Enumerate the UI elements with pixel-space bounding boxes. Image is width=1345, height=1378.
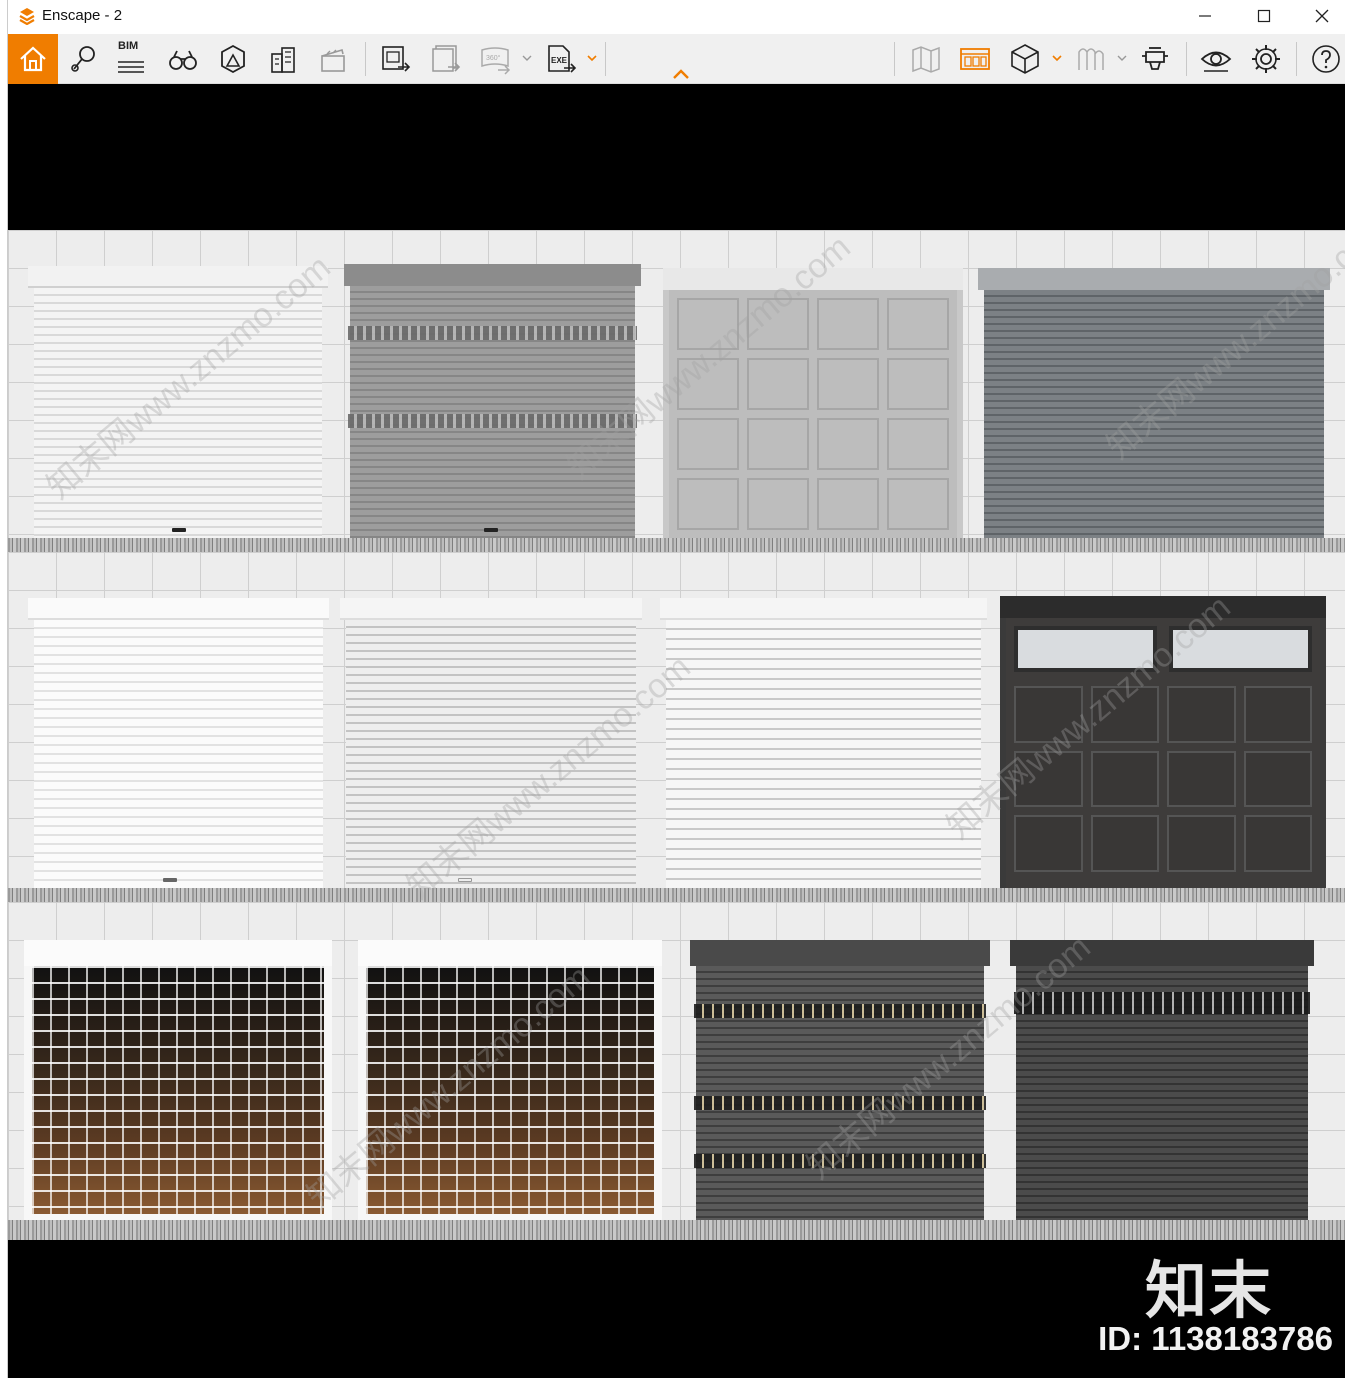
asset-library-icon <box>221 44 245 74</box>
shutter-white-roller <box>28 266 328 538</box>
panorama-export-button[interactable]: 360° <box>472 34 518 84</box>
view-management-icon <box>960 48 990 70</box>
vr-icon <box>1078 48 1104 70</box>
title-bar[interactable]: Enscape - 2 <box>8 0 1345 34</box>
home-button[interactable] <box>8 34 58 84</box>
shutter-dark-vented <box>690 940 990 1220</box>
image-id-label: ID: 1138183786 <box>1098 1320 1333 1357</box>
screenshot-export-icon <box>382 46 411 72</box>
help-icon <box>1312 45 1340 73</box>
shutter-steel-roller <box>978 268 1330 538</box>
render-viewport[interactable]: 知末网www.znzmo.com 知末网www.znzmo.com 知末网www… <box>8 84 1345 1378</box>
enscape-toolbar: BIM 360° EXE <box>8 34 1345 84</box>
vr-button[interactable] <box>1068 34 1114 84</box>
toolbar-separator <box>1296 42 1297 76</box>
binoculars-icon <box>169 50 197 70</box>
exe-export-icon: EXE <box>548 45 577 73</box>
brand-watermark: 知末 <box>1144 1254 1273 1327</box>
chevron-down-icon[interactable] <box>1051 52 1063 64</box>
roller-shutter-scene: 知末网www.znzmo.com 知末网www.znzmo.com 知末网www… <box>8 230 1345 1240</box>
chevron-down-icon[interactable] <box>586 52 598 64</box>
collapse-toolbar-chevron-up-icon[interactable] <box>672 68 690 80</box>
pano-label: 360° <box>486 54 501 62</box>
location-pin-icon <box>71 46 95 72</box>
visual-settings-icon <box>1200 51 1232 72</box>
shutter-charcoal-vented <box>1010 940 1314 1220</box>
grille-shutter-restaurant-2 <box>358 940 662 1220</box>
view-management-button[interactable] <box>952 34 998 84</box>
settings-icon <box>1252 45 1280 73</box>
gravel-strip <box>8 538 1345 552</box>
headset-icon <box>1142 47 1168 70</box>
gravel-strip <box>8 1220 1345 1240</box>
bim-info-button[interactable]: BIM <box>108 34 154 84</box>
building-icon <box>271 47 295 73</box>
video-editor-button[interactable] <box>310 34 356 84</box>
minimize-button[interactable] <box>1182 0 1228 32</box>
exe-label: EXE <box>551 56 568 65</box>
background-window-edge <box>0 0 8 1378</box>
asset-library-button[interactable] <box>210 34 256 84</box>
building-button[interactable] <box>260 34 306 84</box>
window-title: Enscape - 2 <box>42 7 123 24</box>
garage-door-dark-windowed <box>1000 596 1326 888</box>
headset-button[interactable] <box>1132 34 1178 84</box>
shutter-grey-vented <box>344 264 641 538</box>
maximize-icon <box>1257 9 1271 23</box>
close-icon <box>1315 9 1329 23</box>
minimize-icon <box>1199 15 1211 17</box>
gravel-strip <box>8 888 1345 902</box>
cube-view-button[interactable] <box>1002 34 1048 84</box>
shutter-white-perforated <box>660 598 987 888</box>
exe-export-button[interactable]: EXE <box>538 34 584 84</box>
map-icon <box>912 46 940 73</box>
toolbar-separator <box>1186 42 1187 76</box>
maximize-button[interactable] <box>1241 0 1287 32</box>
shutter-white-roller-2 <box>28 598 329 888</box>
batch-export-button[interactable] <box>422 34 468 84</box>
grille-shutter-restaurant-1 <box>24 940 332 1220</box>
chevron-down-icon[interactable] <box>521 52 533 64</box>
screenshot-export-button[interactable] <box>372 34 418 84</box>
panorama-export-icon: 360° <box>481 47 511 75</box>
batch-export-icon <box>432 45 461 72</box>
garage-door-panel-grey <box>663 268 963 538</box>
bim-label: BIM <box>118 40 139 52</box>
close-button[interactable] <box>1299 0 1345 32</box>
location-button[interactable] <box>60 34 106 84</box>
help-button[interactable] <box>1303 34 1345 84</box>
settings-button[interactable] <box>1243 34 1289 84</box>
toolbar-separator <box>605 42 606 76</box>
chevron-down-icon[interactable] <box>1116 52 1128 64</box>
enscape-logo-icon <box>19 8 35 25</box>
binoculars-button[interactable] <box>160 34 206 84</box>
home-icon <box>20 46 46 72</box>
shutter-white-roller-3 <box>340 598 642 888</box>
cube-view-icon <box>1011 44 1039 74</box>
clapperboard-icon <box>321 48 345 72</box>
enscape-window: Enscape - 2 BIM 360° EXE 知末网www.znzmo.co… <box>0 0 1345 1378</box>
toolbar-separator <box>365 42 366 76</box>
visual-settings-button[interactable] <box>1193 34 1239 84</box>
map-button[interactable] <box>903 34 949 84</box>
toolbar-separator <box>894 42 895 76</box>
